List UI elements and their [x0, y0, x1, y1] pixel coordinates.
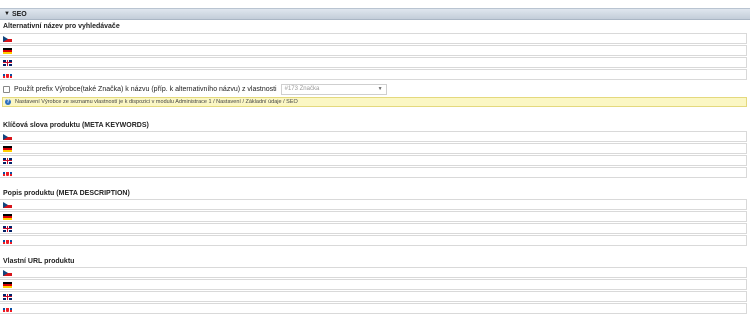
url-input-gb[interactable]	[0, 291, 747, 302]
property-select-value: #173 Značka	[284, 86, 320, 92]
uk-flag-icon	[3, 293, 12, 300]
german-flag-icon	[3, 281, 12, 288]
slovak-flag-icon	[3, 237, 12, 244]
uk-flag-icon	[3, 59, 12, 66]
alt-name-input-de[interactable]	[0, 45, 747, 56]
question-icon: ?	[5, 99, 11, 105]
czech-flag-icon	[3, 133, 12, 140]
german-flag-icon	[3, 47, 12, 54]
keywords-input-sk[interactable]	[0, 167, 747, 178]
slovak-flag-icon	[3, 169, 12, 176]
url-input-sk[interactable]	[0, 303, 747, 314]
czech-flag-icon	[3, 201, 12, 208]
keywords-input-gb[interactable]	[0, 155, 747, 166]
url-input-cz[interactable]	[0, 267, 747, 278]
section-title-alt-name: Alternativní název pro vyhledávače	[3, 23, 120, 30]
section-title-url: Vlastní URL produktu	[3, 258, 75, 265]
section-title-keywords: Klíčová slova produktu (META KEYWORDS)	[3, 122, 149, 129]
czech-flag-icon	[3, 35, 12, 42]
triangle-down-icon: ▼	[4, 11, 10, 17]
description-input-cz[interactable]	[0, 199, 747, 210]
panel-title: SEO	[11, 10, 27, 18]
description-input-de[interactable]	[0, 211, 747, 222]
uk-flag-icon	[3, 225, 12, 232]
keywords-input-de[interactable]	[0, 143, 747, 154]
property-select[interactable]: #173 Značka ▼	[280, 83, 387, 95]
keywords-input-cz[interactable]	[0, 131, 747, 142]
section-title-description: Popis produktu (META DESCRIPTION)	[3, 190, 130, 197]
uk-flag-icon	[3, 157, 12, 164]
chevron-down-icon: ▼	[377, 86, 383, 92]
alt-name-input-sk[interactable]	[0, 69, 747, 80]
german-flag-icon	[3, 213, 12, 220]
slovak-flag-icon	[3, 71, 12, 78]
german-flag-icon	[3, 145, 12, 152]
prefix-label: Použít prefix Výrobce(také Značka) k náz…	[14, 85, 277, 93]
alt-name-input-cz[interactable]	[0, 33, 747, 44]
description-input-gb[interactable]	[0, 223, 747, 234]
info-text: Nastavení Výrobce ze seznamu vlastností …	[15, 99, 298, 105]
url-input-de[interactable]	[0, 279, 747, 290]
slovak-flag-icon	[3, 305, 12, 312]
czech-flag-icon	[3, 269, 12, 276]
seo-panel-header[interactable]: ▼ SEO	[0, 8, 750, 20]
prefix-checkbox[interactable]	[3, 85, 10, 93]
prefix-option: Použít prefix Výrobce(také Značka) k náz…	[3, 83, 387, 95]
alt-name-input-gb[interactable]	[0, 57, 747, 68]
info-notice: ? Nastavení Výrobce ze seznamu vlastnost…	[2, 97, 747, 107]
description-input-sk[interactable]	[0, 235, 747, 246]
